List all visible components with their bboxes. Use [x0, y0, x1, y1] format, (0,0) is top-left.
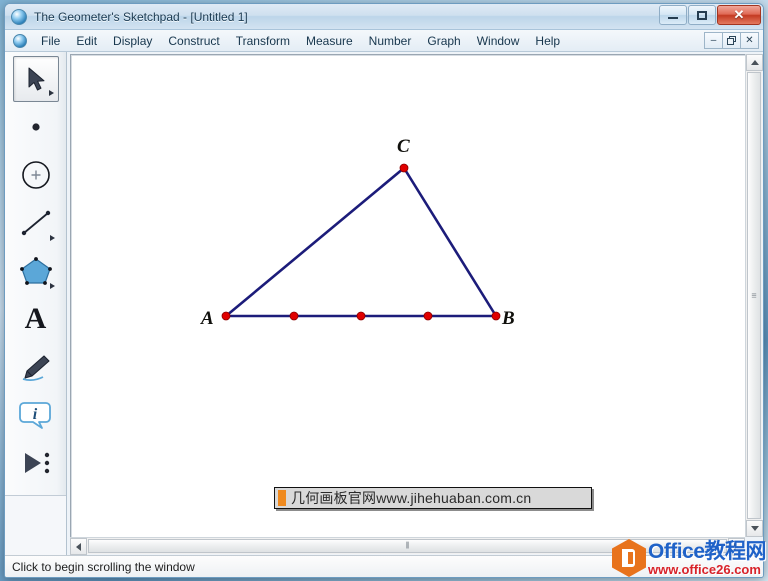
- close-icon: ✕: [733, 7, 745, 22]
- vertex-label-C[interactable]: C: [397, 136, 410, 158]
- pencil-marker-icon: [22, 355, 50, 382]
- line-segment-icon: [21, 210, 50, 236]
- mdi-minimize-button[interactable]: –: [704, 32, 723, 49]
- window-title: The Geometer's Sketchpad - [Untitled 1]: [34, 9, 248, 24]
- menu-item-edit[interactable]: Edit: [68, 32, 105, 50]
- menu-bar: File Edit Display Construct Transform Me…: [5, 30, 763, 52]
- toolbox-footer: [5, 495, 66, 555]
- site-logo-title: Office教程网: [647, 539, 767, 563]
- polygon-tool-flyout-icon[interactable]: [49, 283, 55, 289]
- office-hexagon-icon: [611, 539, 646, 577]
- application-window: The Geometer's Sketchpad - [Untitled 1] …: [4, 3, 764, 578]
- scroll-up-arrow-icon: [750, 60, 759, 65]
- minimize-button[interactable]: [659, 5, 687, 25]
- segment-CB[interactable]: [402, 166, 498, 318]
- watermark-textbox[interactable]: 几何画板官网www.jihehuaban.com.cn: [274, 487, 592, 509]
- restore-button[interactable]: [688, 5, 716, 25]
- watermark-text: 几何画板官网www.jihehuaban.com.cn: [291, 490, 532, 506]
- site-logo-url: www.office26.com: [647, 561, 761, 577]
- point-C[interactable]: [399, 163, 409, 173]
- mdi-close-button[interactable]: ✕: [740, 32, 759, 49]
- information-tool[interactable]: i: [13, 392, 59, 438]
- horizontal-scroll-grip-icon: ⦀: [405, 540, 410, 551]
- menu-item-measure[interactable]: Measure: [298, 32, 361, 50]
- work-area: A i 几何画板官网www.jihehuaban.com.cn A B C ≡ …: [5, 52, 763, 555]
- scroll-left-arrow-icon: [76, 542, 81, 551]
- play-dots-icon: [24, 452, 49, 474]
- mdi-minimize-icon: –: [710, 35, 717, 46]
- menu-item-transform[interactable]: Transform: [228, 32, 298, 50]
- pentagon-icon: [19, 257, 52, 285]
- mdi-close-icon: ✕: [745, 35, 754, 46]
- mdi-window-controls: – ✕: [704, 32, 759, 49]
- vertical-scrollbar[interactable]: ≡: [745, 54, 763, 537]
- mdi-restore-button[interactable]: [722, 32, 741, 49]
- window-controls: ✕: [659, 5, 761, 25]
- arrow-tool-flyout-icon[interactable]: [48, 90, 54, 96]
- segment-AC[interactable]: [224, 166, 406, 318]
- status-message: Click to begin scrolling the window: [12, 559, 195, 574]
- scroll-left-button[interactable]: [70, 538, 87, 555]
- point-A[interactable]: [221, 311, 231, 321]
- canvas-area: 几何画板官网www.jihehuaban.com.cn A B C ≡ ⦀: [67, 52, 763, 555]
- straightedge-tool-flyout-icon[interactable]: [49, 235, 55, 241]
- document-globe-icon[interactable]: [13, 33, 27, 48]
- title-bar: The Geometer's Sketchpad - [Untitled 1] …: [5, 4, 763, 30]
- menu-item-file[interactable]: File: [33, 32, 68, 50]
- vertex-label-B[interactable]: B: [502, 308, 515, 330]
- custom-tools[interactable]: [13, 440, 59, 486]
- svg-text:i: i: [32, 406, 37, 423]
- vertex-label-A[interactable]: A: [201, 308, 214, 330]
- arrow-cursor-icon: [28, 67, 44, 91]
- menu-item-number[interactable]: Number: [361, 32, 420, 50]
- sketchpad-globe-icon: [11, 8, 27, 25]
- point-B[interactable]: [491, 311, 501, 321]
- mdi-restore-icon: [727, 36, 736, 45]
- point-tool[interactable]: [13, 104, 59, 150]
- point-P3[interactable]: [423, 311, 433, 321]
- scroll-down-button[interactable]: [746, 520, 763, 537]
- point-P1[interactable]: [289, 311, 299, 321]
- scroll-down-arrow-icon: [750, 526, 759, 531]
- close-button[interactable]: ✕: [717, 5, 761, 25]
- menu-item-window[interactable]: Window: [469, 32, 528, 50]
- menu-item-construct[interactable]: Construct: [160, 32, 227, 50]
- text-tool[interactable]: A: [13, 296, 59, 342]
- menu-item-display[interactable]: Display: [105, 32, 160, 50]
- point-P2[interactable]: [356, 311, 366, 321]
- letter-a-icon: A: [24, 302, 47, 335]
- menu-item-graph[interactable]: Graph: [419, 32, 468, 50]
- marker-tool[interactable]: [13, 344, 59, 390]
- circle-compass-icon: [21, 161, 50, 189]
- toolbox: A i: [5, 52, 67, 555]
- site-logo-texts: Office教程网 www.office26.com: [647, 539, 767, 577]
- watermark-accent-bar: [278, 490, 286, 506]
- site-logo-watermark: Office教程网 www.office26.com: [611, 539, 767, 577]
- arrow-select-tool[interactable]: [12, 56, 59, 102]
- menu-item-help[interactable]: Help: [527, 32, 568, 50]
- vertical-scroll-grip-icon: ≡: [751, 290, 757, 300]
- compass-tool[interactable]: [13, 152, 59, 198]
- vertical-scroll-thumb[interactable]: ≡: [747, 72, 761, 519]
- office-document-glyph-icon: [622, 549, 636, 567]
- point-dot-icon: [31, 123, 40, 131]
- minimize-icon: [668, 17, 678, 19]
- info-balloon-icon: i: [18, 402, 51, 429]
- restore-icon: [697, 10, 707, 20]
- geometry-figure: [221, 163, 501, 321]
- sketch-canvas[interactable]: 几何画板官网www.jihehuaban.com.cn A B C: [70, 54, 745, 537]
- polygon-tool[interactable]: [13, 248, 59, 294]
- straightedge-tool[interactable]: [13, 200, 59, 246]
- scroll-up-button[interactable]: [746, 54, 763, 71]
